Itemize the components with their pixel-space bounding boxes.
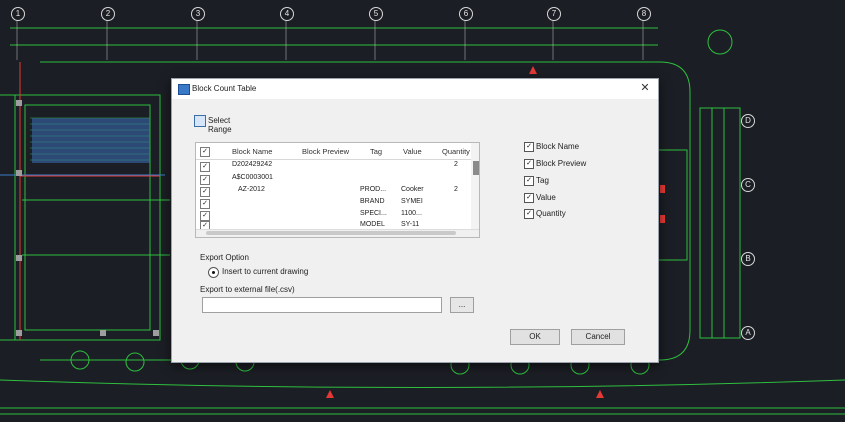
grid-bubble-1: 1: [11, 7, 25, 21]
side-bubble-d: D: [741, 114, 755, 128]
header-block-name[interactable]: Block Name: [232, 147, 272, 156]
select-range-label: Select Range: [208, 116, 232, 134]
insert-drawing-radio[interactable]: Insert to current drawing: [208, 267, 328, 279]
block-table: ✓ Block Name Block Preview Tag Value Qua…: [195, 142, 480, 238]
cell-quantity: 2: [454, 186, 458, 193]
cell-value: 1100...: [401, 210, 422, 217]
option-block-name-checkbox[interactable]: ✓: [524, 142, 534, 152]
side-bubble-a: A: [741, 326, 755, 340]
side-bubble-b: B: [741, 252, 755, 266]
table-row[interactable]: ✓ AZ-2012 PROD... Cooker 2: [196, 186, 479, 198]
export-option-title: Export Option: [200, 253, 249, 262]
close-icon[interactable]: ✕: [638, 81, 652, 95]
app-icon: [178, 84, 190, 95]
option-block-preview-label: Block Preview: [536, 159, 587, 168]
side-bubble-c: C: [741, 178, 755, 192]
cell-tag: PROD...: [360, 186, 387, 193]
insert-drawing-radio-button[interactable]: [208, 267, 219, 278]
cell-value: SY-11: [401, 221, 420, 228]
cell-value: SYMEI: [401, 198, 423, 205]
block-count-dialog: Block Count Table ✕ Select Range ✓ Block…: [171, 78, 659, 363]
cell-tag: MODEL: [360, 221, 385, 228]
row-checkbox[interactable]: ✓: [200, 175, 210, 185]
header-value[interactable]: Value: [403, 147, 422, 156]
row-checkbox[interactable]: ✓: [200, 199, 210, 209]
select-range-button[interactable]: Select Range: [194, 114, 254, 134]
table-row[interactable]: ✓ D202429242 2: [196, 161, 479, 173]
table-row[interactable]: ✓ A$C0003001: [196, 174, 479, 186]
grid-bubble-5: 5: [369, 7, 383, 21]
select-range-icon: [194, 115, 206, 127]
option-quantity-checkbox[interactable]: ✓: [524, 209, 534, 219]
cell-block-name: D202429242: [232, 161, 273, 168]
insert-drawing-label: Insert to current drawing: [222, 267, 309, 276]
option-block-preview-checkbox[interactable]: ✓: [524, 159, 534, 169]
option-value-label: Value: [536, 193, 556, 202]
table-vertical-scroll-thumb[interactable]: [473, 161, 479, 175]
cell-block-name: AZ-2012: [238, 186, 265, 193]
header-tag[interactable]: Tag: [370, 147, 382, 156]
table-vertical-scrollbar[interactable]: [471, 143, 479, 237]
cell-tag: BRAND: [360, 198, 385, 205]
grid-bubble-3: 3: [191, 7, 205, 21]
select-all-checkbox[interactable]: ✓: [200, 147, 210, 157]
grid-bubble-8: 8: [637, 7, 651, 21]
dialog-title: Block Count Table: [192, 84, 257, 93]
grid-bubble-2: 2: [101, 7, 115, 21]
cell-value: Cooker: [401, 186, 424, 193]
option-block-name[interactable]: ✓ Block Name: [524, 142, 604, 154]
option-tag-checkbox[interactable]: ✓: [524, 176, 534, 186]
option-block-name-label: Block Name: [536, 142, 580, 151]
grid-bubble-6: 6: [459, 7, 473, 21]
grid-bubble-4: 4: [280, 7, 294, 21]
table-header: ✓ Block Name Block Preview Tag Value Qua…: [196, 143, 479, 160]
export-path-input[interactable]: [202, 297, 442, 313]
cell-tag: SPECI...: [360, 210, 387, 217]
grid-bubble-7: 7: [547, 7, 561, 21]
ok-button[interactable]: OK: [510, 329, 560, 345]
header-block-preview[interactable]: Block Preview: [302, 147, 349, 156]
dialog-titlebar[interactable]: Block Count Table ✕: [172, 79, 658, 99]
cell-block-name: A$C0003001: [232, 174, 273, 181]
header-quantity[interactable]: Quantity: [442, 147, 470, 156]
row-checkbox[interactable]: ✓: [200, 187, 210, 197]
option-quantity[interactable]: ✓ Quantity: [524, 209, 604, 221]
cancel-button[interactable]: Cancel: [571, 329, 625, 345]
browse-button[interactable]: ...: [450, 297, 474, 313]
cell-quantity: 2: [454, 161, 458, 168]
row-checkbox[interactable]: ✓: [200, 211, 210, 221]
table-horizontal-scroll-thumb[interactable]: [206, 231, 456, 235]
option-value[interactable]: ✓ Value: [524, 193, 604, 205]
table-row[interactable]: ✓ BRAND SYMEI: [196, 198, 479, 210]
option-tag[interactable]: ✓ Tag: [524, 176, 604, 188]
row-checkbox[interactable]: ✓: [200, 162, 210, 172]
option-quantity-label: Quantity: [536, 209, 566, 218]
export-external-label: Export to external file(.csv): [200, 285, 295, 294]
option-value-checkbox[interactable]: ✓: [524, 193, 534, 203]
option-tag-label: Tag: [536, 176, 549, 185]
option-block-preview[interactable]: ✓ Block Preview: [524, 159, 604, 171]
